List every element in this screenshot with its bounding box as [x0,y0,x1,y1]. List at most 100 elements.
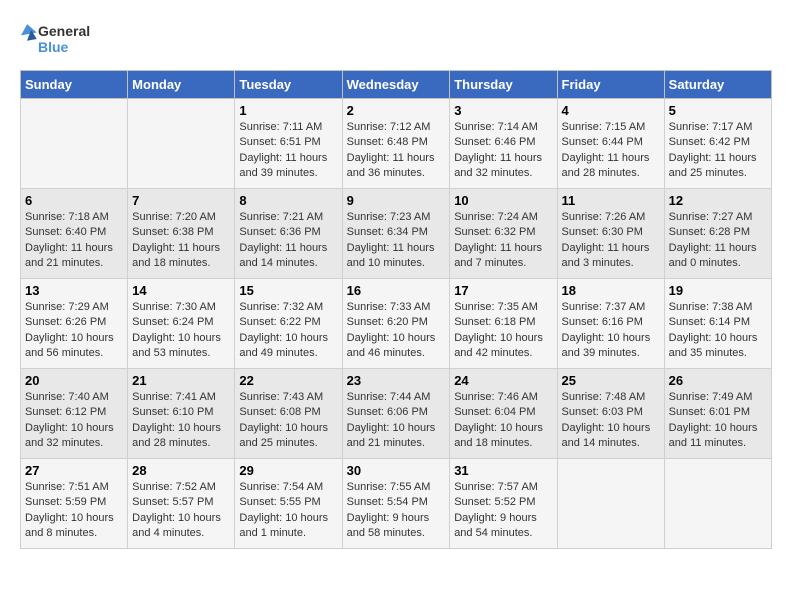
day-info: Sunrise: 7:23 AM Sunset: 6:34 PM Dayligh… [347,210,446,272]
day-number: 31 [454,463,552,478]
weekday-header-sunday: Sunday [21,71,128,99]
day-cell: 12Sunrise: 7:27 AM Sunset: 6:28 PM Dayli… [664,189,771,279]
day-info: Sunrise: 7:11 AM Sunset: 6:51 PM Dayligh… [239,120,337,182]
day-number: 19 [669,283,767,298]
day-info: Sunrise: 7:57 AM Sunset: 5:52 PM Dayligh… [454,480,552,542]
day-info: Sunrise: 7:27 AM Sunset: 6:28 PM Dayligh… [669,210,767,272]
weekday-header-monday: Monday [128,71,235,99]
day-cell: 4 Sunrise: 7:15 AM Sunset: 6:44 PM Daylig… [557,99,664,189]
calendar-table: SundayMondayTuesdayWednesdayThursdayFrid… [20,70,772,549]
week-row-1: 1Sunrise: 7:11 AM Sunset: 6:51 PM Daylig… [21,99,772,189]
day-info: Sunrise: 7:41 AM Sunset: 6:10 PM Dayligh… [132,390,230,452]
day-number: 13 [25,283,123,298]
day-cell: 29Sunrise: 7:54 AM Sunset: 5:55 PM Dayli… [235,459,342,549]
day-info: Sunrise: 7:55 AM Sunset: 5:54 PM Dayligh… [347,480,446,542]
day-number: 17 [454,283,552,298]
day-info: Sunrise: 7:48 AM Sunset: 6:03 PM Dayligh… [562,390,660,452]
day-cell: 30 Sunrise: 7:55 AM Sunset: 5:54 PM Dayli… [342,459,450,549]
day-number: 27 [25,463,123,478]
day-info: Sunrise: 7:29 AM Sunset: 6:26 PM Dayligh… [25,300,123,362]
day-cell: 27 Sunrise: 7:51 AM Sunset: 5:59 PM Dayli… [21,459,128,549]
day-info: Sunrise: 7:49 AM Sunset: 6:01 PM Dayligh… [669,390,767,452]
weekday-header-row: SundayMondayTuesdayWednesdayThursdayFrid… [21,71,772,99]
day-number: 2 [347,103,446,118]
week-row-4: 20Sunrise: 7:40 AM Sunset: 6:12 PM Dayli… [21,369,772,459]
day-cell: 19 Sunrise: 7:38 AM Sunset: 6:14 PM Dayli… [664,279,771,369]
day-number: 28 [132,463,230,478]
logo: General Blue [20,20,100,60]
day-number: 23 [347,373,446,388]
weekday-header-thursday: Thursday [450,71,557,99]
day-cell: 1Sunrise: 7:11 AM Sunset: 6:51 PM Daylig… [235,99,342,189]
day-number: 6 [25,193,123,208]
day-cell: 23 Sunrise: 7:44 AM Sunset: 6:06 PM Dayli… [342,369,450,459]
day-cell: 18 Sunrise: 7:37 AM Sunset: 6:16 PM Dayli… [557,279,664,369]
day-info: Sunrise: 7:38 AM Sunset: 6:14 PM Dayligh… [669,300,767,362]
day-number: 22 [239,373,337,388]
day-cell: 10 Sunrise: 7:24 AM Sunset: 6:32 PM Dayli… [450,189,557,279]
day-number: 9 [347,193,446,208]
day-info: Sunrise: 7:46 AM Sunset: 6:04 PM Dayligh… [454,390,552,452]
day-cell: 5 Sunrise: 7:17 AM Sunset: 6:42 PM Daylig… [664,99,771,189]
header: General Blue [20,20,772,60]
day-cell: 9 Sunrise: 7:23 AM Sunset: 6:34 PM Daylig… [342,189,450,279]
svg-text:General: General [38,23,90,39]
day-info: Sunrise: 7:52 AM Sunset: 5:57 PM Dayligh… [132,480,230,542]
day-number: 4 [562,103,660,118]
weekday-header-friday: Friday [557,71,664,99]
day-cell: 2 Sunrise: 7:12 AM Sunset: 6:48 PM Daylig… [342,99,450,189]
day-cell [664,459,771,549]
day-number: 20 [25,373,123,388]
day-number: 21 [132,373,230,388]
day-cell: 28 Sunrise: 7:52 AM Sunset: 5:57 PM Dayli… [128,459,235,549]
day-number: 24 [454,373,552,388]
day-cell [128,99,235,189]
day-number: 15 [239,283,337,298]
day-number: 30 [347,463,446,478]
day-info: Sunrise: 7:20 AM Sunset: 6:38 PM Dayligh… [132,210,230,272]
day-info: Sunrise: 7:43 AM Sunset: 6:08 PM Dayligh… [239,390,337,452]
day-info: Sunrise: 7:17 AM Sunset: 6:42 PM Dayligh… [669,120,767,182]
day-info: Sunrise: 7:37 AM Sunset: 6:16 PM Dayligh… [562,300,660,362]
weekday-header-wednesday: Wednesday [342,71,450,99]
day-number: 10 [454,193,552,208]
day-cell: 20Sunrise: 7:40 AM Sunset: 6:12 PM Dayli… [21,369,128,459]
day-number: 5 [669,103,767,118]
logo-svg: General Blue [20,20,100,60]
weekday-header-tuesday: Tuesday [235,71,342,99]
day-cell [557,459,664,549]
day-cell: 22 Sunrise: 7:43 AM Sunset: 6:08 PM Dayli… [235,369,342,459]
day-number: 25 [562,373,660,388]
day-cell: 7Sunrise: 7:20 AM Sunset: 6:38 PM Daylig… [128,189,235,279]
day-cell: 21 Sunrise: 7:41 AM Sunset: 6:10 PM Dayli… [128,369,235,459]
day-info: Sunrise: 7:30 AM Sunset: 6:24 PM Dayligh… [132,300,230,362]
day-info: Sunrise: 7:35 AM Sunset: 6:18 PM Dayligh… [454,300,552,362]
day-cell: 15 Sunrise: 7:32 AM Sunset: 6:22 PM Dayli… [235,279,342,369]
day-info: Sunrise: 7:26 AM Sunset: 6:30 PM Dayligh… [562,210,660,272]
day-info: Sunrise: 7:21 AM Sunset: 6:36 PM Dayligh… [239,210,337,272]
day-info: Sunrise: 7:44 AM Sunset: 6:06 PM Dayligh… [347,390,446,452]
day-info: Sunrise: 7:51 AM Sunset: 5:59 PM Dayligh… [25,480,123,542]
week-row-2: 6Sunrise: 7:18 AM Sunset: 6:40 PM Daylig… [21,189,772,279]
day-number: 8 [239,193,337,208]
day-cell: 13 Sunrise: 7:29 AM Sunset: 6:26 PM Dayli… [21,279,128,369]
day-info: Sunrise: 7:24 AM Sunset: 6:32 PM Dayligh… [454,210,552,272]
week-row-3: 13 Sunrise: 7:29 AM Sunset: 6:26 PM Dayli… [21,279,772,369]
day-info: Sunrise: 7:14 AM Sunset: 6:46 PM Dayligh… [454,120,552,182]
day-cell: 31 Sunrise: 7:57 AM Sunset: 5:52 PM Dayli… [450,459,557,549]
day-cell: 24 Sunrise: 7:46 AM Sunset: 6:04 PM Dayli… [450,369,557,459]
day-cell: 25 Sunrise: 7:48 AM Sunset: 6:03 PM Dayli… [557,369,664,459]
day-info: Sunrise: 7:15 AM Sunset: 6:44 PM Dayligh… [562,120,660,182]
weekday-header-saturday: Saturday [664,71,771,99]
day-number: 26 [669,373,767,388]
day-info: Sunrise: 7:12 AM Sunset: 6:48 PM Dayligh… [347,120,446,182]
week-row-5: 27 Sunrise: 7:51 AM Sunset: 5:59 PM Dayli… [21,459,772,549]
day-cell: 16Sunrise: 7:33 AM Sunset: 6:20 PM Dayli… [342,279,450,369]
day-number: 29 [239,463,337,478]
day-cell [21,99,128,189]
day-number: 18 [562,283,660,298]
day-info: Sunrise: 7:32 AM Sunset: 6:22 PM Dayligh… [239,300,337,362]
day-number: 14 [132,283,230,298]
day-number: 16 [347,283,446,298]
day-number: 11 [562,193,660,208]
